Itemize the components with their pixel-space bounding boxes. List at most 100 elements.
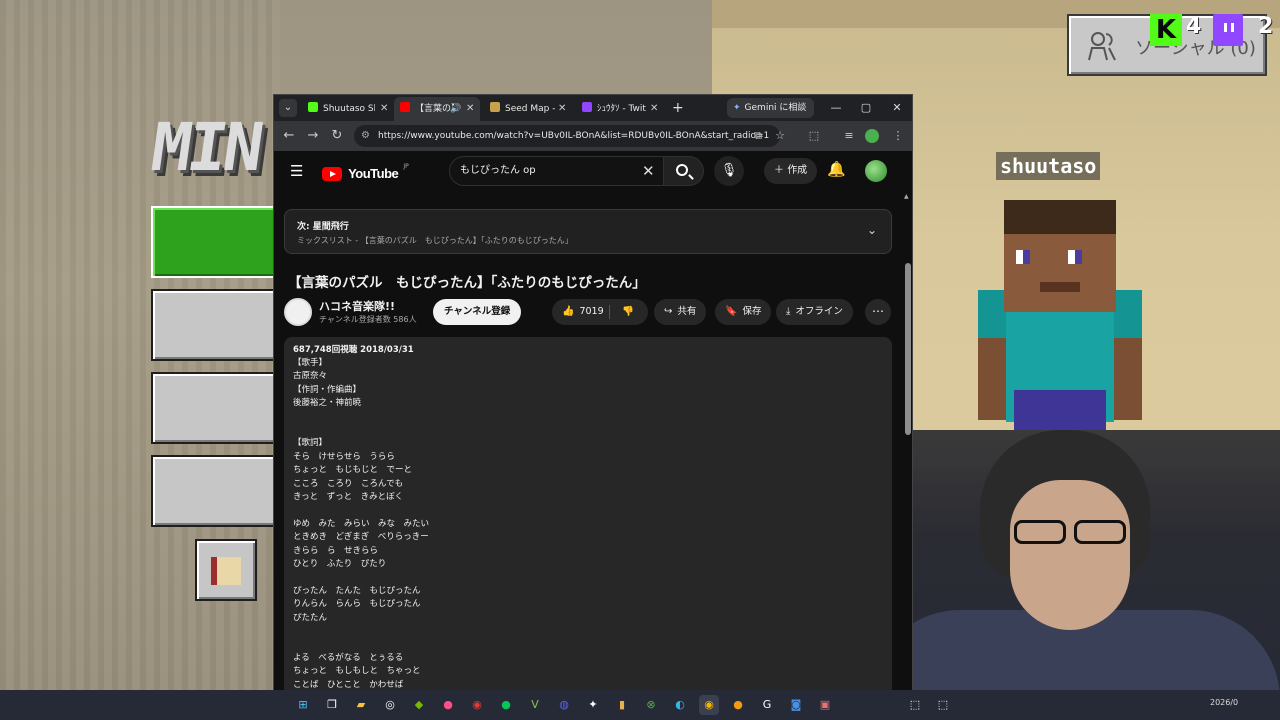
create-button[interactable]: ＋ 作成 [764,158,818,184]
notifications-bell-icon[interactable]: 🔔 [827,160,846,178]
offline-label: オフライン [795,306,843,317]
scroll-up-arrow-icon[interactable]: ▲ [904,193,909,200]
dislike-button[interactable]: 👎 [622,299,634,325]
description-box[interactable]: 687,748回視聴 2018/03/31 【歌手】 古原奈々 【作詞・作編曲】… [284,337,892,690]
gemini-button[interactable]: ✦ Gemini に相談 [727,98,815,118]
speaker-icon[interactable]: 🔊 [450,97,461,121]
subscribe-button[interactable]: チャンネル登録 [433,299,522,325]
divider [609,305,610,319]
playlist-mix-title: ミックスリスト - 【言葉のパズル もじぴったん】「ふたりのもじぴったん」 [297,236,573,245]
cast-icon[interactable]: ⧉ [748,126,768,146]
tab-kick[interactable]: Shuutaso Sh ✕ [302,97,394,121]
crypto-app-icon[interactable]: ● [728,695,748,715]
hamburger-menu-icon[interactable]: ☰ [290,162,303,180]
toolbox-app-icon[interactable]: ✦ [583,695,603,715]
clear-search-icon[interactable]: ✕ [642,156,655,186]
nvidia-icon[interactable]: ◆ [409,695,429,715]
page-scrollbar[interactable]: ▲ [904,191,912,690]
tab-title: Seed Map - [505,104,555,114]
close-tab-icon[interactable]: ✕ [558,97,566,121]
tab-title: Shuutaso Sh [323,104,375,114]
people-icon [1088,32,1116,61]
channel-name[interactable]: ハコネ音楽隊!! [319,298,395,314]
xbox-icon[interactable]: ⊗ [641,695,661,715]
recipe-book-button[interactable] [195,539,257,601]
minecraft-logo: MIN [146,109,265,186]
scrollbar-thumb[interactable] [905,263,911,435]
youtube-logo[interactable]: YouTube JP [322,163,409,181]
minecraft-menu-button-2[interactable] [151,289,281,361]
reload-button[interactable]: ↻ [327,126,347,146]
address-bar[interactable]: ⚙ https://www.youtube.com/watch?v=UBv0IL… [354,125,780,147]
like-count: 7019 [579,306,604,317]
c-app-icon[interactable]: G [757,695,777,715]
thumbs-up-icon: 👍 [562,306,575,317]
tray-app-icon-2[interactable]: ⬚ [933,695,953,715]
extensions-icon[interactable]: ⬚ [804,126,824,146]
record-app-icon[interactable]: ◉ [467,695,487,715]
back-button[interactable]: ← [279,126,299,146]
steve-mouth [1040,282,1080,292]
channel-avatar[interactable] [284,298,312,326]
tab-twitch[interactable]: ｼｭｳﾀｿ - Twit ✕ [576,97,666,121]
tab-youtube[interactable]: 【言葉の】 🔊 ✕ [394,97,480,121]
forward-button[interactable]: → [303,126,323,146]
minecraft-menu-button-1[interactable] [151,206,281,278]
maximize-button[interactable]: ▢ [851,97,881,119]
task-view-icon[interactable]: ❐ [322,695,342,715]
media-controls-icon[interactable]: ≡ [839,126,859,146]
save-button[interactable]: 🔖 保存 [715,299,772,325]
discord-icon[interactable]: ◍ [554,695,574,715]
playlist-panel[interactable]: 次: 星間飛行 ミックスリスト - 【言葉のパズル もじぴったん】「ふたりのもじ… [284,209,892,254]
view-count-date: 687,748回視聴 2018/03/31 [293,345,414,355]
close-window-button[interactable]: ✕ [882,97,912,119]
close-tab-icon[interactable]: ✕ [466,97,474,121]
tray-app-icon[interactable]: ⬚ [905,695,925,715]
channel-subscriber-count: チャンネル登録者数 586人 [319,315,417,324]
minimize-button[interactable]: — [821,97,851,119]
tab-search-button[interactable]: ⌄ [279,99,297,117]
thumbs-down-icon: 👎 [622,306,634,317]
close-tab-icon[interactable]: ✕ [380,97,388,121]
edge-icon[interactable]: ◐ [670,695,690,715]
twitch-logo-icon [1213,14,1243,46]
line-app-icon[interactable]: ● [496,695,516,715]
bookmark-star-icon[interactable]: ☆ [770,126,790,146]
account-avatar[interactable] [865,160,887,182]
start-button-icon[interactable]: ⊞ [293,695,313,715]
glasses [1010,520,1130,546]
minecraft-menu-button-4[interactable] [151,455,281,527]
tab-seed-map[interactable]: Seed Map - ✕ [484,97,574,121]
voice-search-button[interactable]: 🎙 [714,156,744,186]
lips-app-icon[interactable]: ● [438,695,458,715]
image-app-icon[interactable]: ▣ [815,695,835,715]
share-label: 共有 [677,306,697,317]
share-button[interactable]: ↪ 共有 [654,299,707,325]
streamer-face [1010,480,1130,630]
network-app-icon[interactable]: ◙ [786,695,806,715]
profile-avatar[interactable] [865,129,879,143]
file-explorer-icon[interactable]: ▰ [351,695,371,715]
app-icon[interactable]: ▮ [612,695,632,715]
offline-button[interactable]: ⤓ オフライン [776,299,853,325]
close-tab-icon[interactable]: ✕ [650,97,658,121]
search-input[interactable]: もじぴったん op [449,156,664,186]
chrome-icon[interactable]: ◉ [699,695,719,715]
like-button[interactable]: 👍 7019 [562,299,604,325]
new-tab-button[interactable]: + [672,97,684,119]
obs-icon[interactable]: ◎ [380,695,400,715]
microphone-icon: 🎙 [720,163,738,178]
site-info-icon[interactable]: ⚙ [361,125,370,147]
more-actions-button[interactable]: ⋯ [865,299,891,325]
minecraft-menu-button-3[interactable] [151,372,281,444]
search-button[interactable] [664,156,704,186]
chevron-down-icon[interactable]: ⌄ [867,223,877,237]
like-dislike-group: 👍 7019 👎 [552,299,648,325]
url-text: https://www.youtube.com/watch?v=UBv0IL-B… [378,131,770,141]
region-code: JP [403,163,409,170]
youtube-play-icon [322,166,342,181]
description-text: 【歌手】 古原奈々 【作詞・作編曲】 後藤裕之・神前暁 【歌詞】 そら けせらせ… [293,358,430,690]
create-label: 作成 [787,165,808,176]
vroid-app-icon[interactable]: V [525,695,545,715]
browser-menu-icon[interactable]: ⋮ [888,126,908,146]
